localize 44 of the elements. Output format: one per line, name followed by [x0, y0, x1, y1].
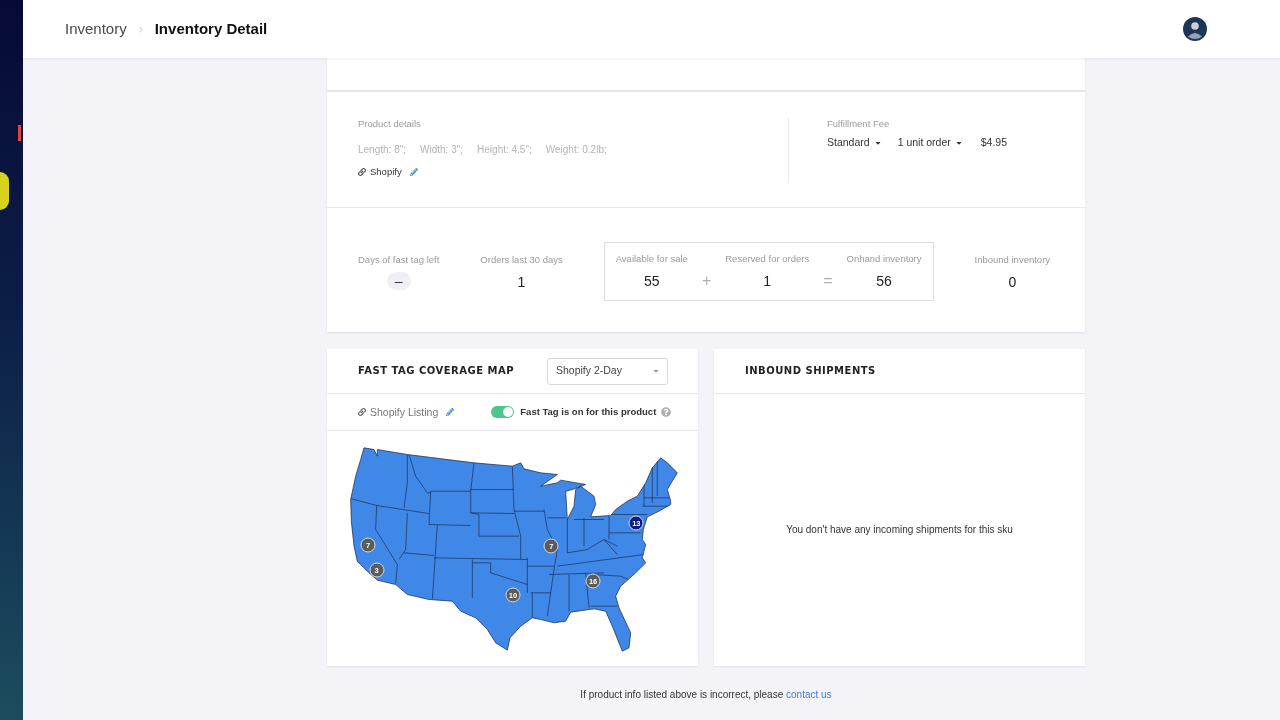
listing-link[interactable]: Shopify Listing: [358, 405, 439, 419]
help-icon[interactable]: [661, 407, 672, 417]
stat-label: Onhand inventory: [846, 253, 922, 265]
operator-symbol: +: [701, 273, 712, 289]
toggle-label: Fast Tag is on for this product: [520, 406, 657, 418]
card-title: FAST TAG COVERAGE MAP: [358, 365, 515, 377]
stat-value: 1: [763, 273, 772, 289]
section-label: Product details: [358, 118, 422, 130]
page-title: Inventory Detail: [154, 20, 268, 38]
breadcrumb-link[interactable]: Inventory: [65, 20, 127, 38]
contact-link[interactable]: contact us: [786, 689, 832, 700]
dimension-text: Height: 4.5";: [477, 144, 532, 156]
link-icon: [358, 408, 366, 416]
caret-icon: [652, 367, 660, 375]
dimension-text: Weight: 0.2lb;: [545, 144, 607, 156]
order-size-dropdown[interactable]: 1 unit order: [897, 136, 963, 149]
operator-symbol: =: [823, 273, 833, 289]
stat-label: Available for sale: [615, 253, 688, 265]
card-title: INBOUND SHIPMENTS: [745, 365, 876, 377]
pencil-icon[interactable]: [409, 168, 418, 176]
channel-select[interactable]: Shopify 2-Day: [547, 357, 668, 385]
indicator-icon: [18, 125, 21, 141]
dimension-text: Length: 8";: [358, 144, 407, 156]
pencil-icon[interactable]: [446, 408, 455, 416]
empty-message: You don't have any incoming shipments for this sku: [786, 524, 1013, 536]
stat-label: Orders last 30 days: [480, 253, 563, 266]
stat-value: 0: [1008, 273, 1017, 290]
fee-amount: $4.95: [980, 136, 1008, 149]
footer-note: If product info listed above is incorrect, please contact us: [579, 689, 833, 701]
dimension-text: Width: 3";: [420, 144, 464, 156]
section-label: Fulfillment Fee: [827, 118, 891, 130]
chevron-icon: [138, 25, 143, 33]
link-icon: [358, 168, 366, 176]
service-dropdown[interactable]: Standard: [827, 136, 882, 149]
store-link[interactable]: Shopify: [358, 166, 402, 178]
avatar-icon[interactable]: [1183, 17, 1207, 41]
stat-label: Reserved for orders: [725, 253, 810, 265]
stat-value: 56: [876, 273, 892, 289]
stat-label: Inbound inventory: [974, 253, 1051, 266]
stat-value: 55: [644, 273, 660, 289]
stat-label: Days of fast tag left: [358, 253, 440, 266]
stat-value: 1: [517, 273, 526, 290]
stat-value: –: [386, 271, 411, 290]
fast-tag-toggle[interactable]: [491, 406, 515, 418]
